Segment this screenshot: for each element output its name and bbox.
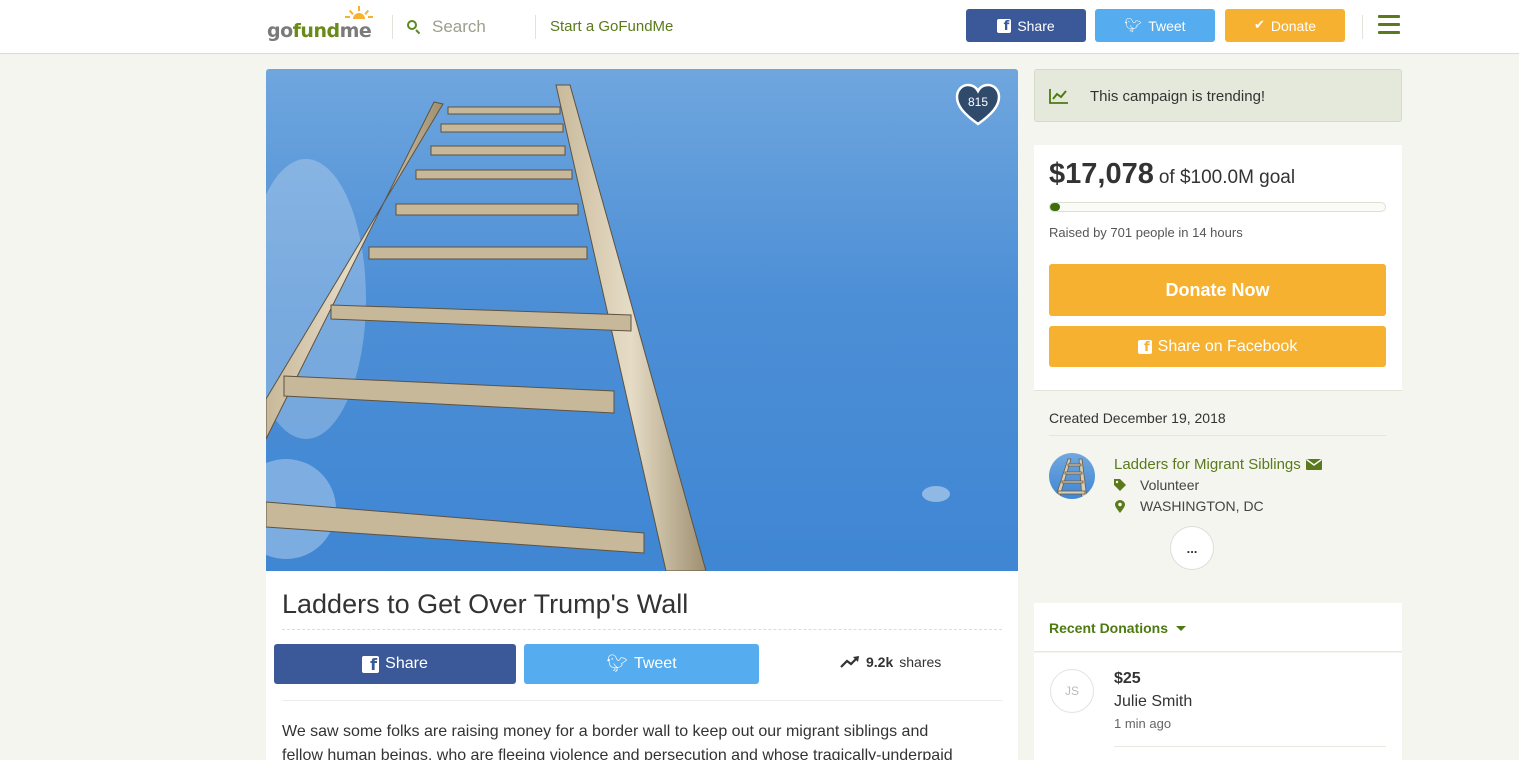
- divider: [1114, 746, 1386, 747]
- logo-wordmark: gofundme: [267, 20, 372, 42]
- donation-panel: $17,078 of $100.0M goal Raised by 701 pe…: [1034, 145, 1402, 391]
- organizer-location-label: WASHINGTON, DC: [1140, 498, 1264, 514]
- header-divider: [535, 15, 536, 39]
- tag-icon: [1114, 479, 1126, 491]
- trending-banner: This campaign is trending!: [1034, 69, 1402, 122]
- share-on-facebook-label: Share on Facebook: [1157, 337, 1298, 355]
- divider: [282, 700, 1002, 701]
- check-icon: ✔: [1253, 18, 1265, 33]
- shares-label: shares: [899, 654, 942, 670]
- caret-down-icon: [1176, 625, 1187, 631]
- start-gofundme-link[interactable]: Start a GoFundMe: [550, 18, 673, 35]
- trending-icon: [1049, 89, 1068, 104]
- organizer-avatar[interactable]: [1049, 453, 1095, 499]
- organizer-panel: Created December 19, 2018 Ladders for Mi…: [1034, 392, 1402, 580]
- organizer-category: Volunteer: [1114, 477, 1199, 493]
- progress-bar: [1049, 202, 1386, 212]
- top-nav: gofundme Start a GoFundMe f Share 🐦︎ Twe…: [0, 0, 1519, 54]
- header-divider: [392, 15, 393, 39]
- donation-amount: $25: [1114, 670, 1141, 687]
- progress-fill: [1050, 203, 1060, 211]
- header-share-button[interactable]: f Share: [966, 9, 1086, 42]
- menu-icon[interactable]: [1378, 15, 1400, 35]
- header-donate-button[interactable]: ✔ Donate: [1225, 9, 1345, 42]
- twitter-icon: 🐦︎: [1124, 17, 1143, 34]
- heart-icon[interactable]: 815: [954, 83, 1002, 127]
- recent-donations-dropdown[interactable]: Recent Donations: [1049, 620, 1187, 636]
- organizer-name-link[interactable]: Ladders for Migrant Siblings: [1114, 456, 1322, 473]
- donation-time: 1 min ago: [1114, 716, 1172, 731]
- divider: [282, 629, 1002, 630]
- divider: [1049, 435, 1386, 436]
- facebook-icon: f: [1137, 339, 1152, 354]
- envelope-icon[interactable]: [1305, 459, 1322, 470]
- facebook-icon: f: [997, 18, 1012, 33]
- tweet-button[interactable]: 🐦︎ Tweet: [524, 644, 759, 684]
- heart-count: 815: [967, 95, 989, 109]
- created-date: Created December 19, 2018: [1049, 410, 1226, 426]
- raised-amount: $17,078: [1049, 158, 1154, 190]
- campaign-image: [266, 69, 1018, 571]
- campaign-card: Ladders to Get Over Trump's Wall f Share…: [266, 571, 1018, 760]
- share-button[interactable]: f Share: [274, 644, 516, 684]
- donation-item: JS $25 Julie Smith 1 min ago: [1034, 653, 1402, 760]
- organizer-location: WASHINGTON, DC: [1114, 498, 1264, 514]
- organizer-name: Ladders for Migrant Siblings: [1114, 456, 1301, 473]
- donor-avatar: JS: [1050, 669, 1094, 713]
- gofundme-logo[interactable]: gofundme: [267, 6, 377, 44]
- raised-by-text: Raised by 701 people in 14 hours: [1049, 225, 1243, 240]
- header-tweet-label: Tweet: [1148, 17, 1186, 34]
- search-input[interactable]: [432, 17, 532, 37]
- raised-summary: $17,078 of $100.0M goal: [1049, 158, 1295, 191]
- header-tweet-button[interactable]: 🐦︎ Tweet: [1095, 9, 1215, 42]
- facebook-icon: f: [362, 655, 380, 673]
- twitter-icon: 🐦︎: [606, 654, 628, 674]
- organizer-category-label: Volunteer: [1140, 477, 1200, 493]
- logo-sun-icon: [345, 6, 373, 19]
- share-on-facebook-button[interactable]: f Share on Facebook: [1049, 326, 1386, 367]
- campaign-story: We saw some folks are raising money for …: [282, 723, 953, 760]
- share-label: Share: [385, 655, 428, 672]
- trending-text: This campaign is trending!: [1090, 88, 1266, 105]
- shares-count: 9.2k shares: [840, 654, 941, 670]
- recent-donations-header: Recent Donations: [1034, 603, 1402, 652]
- trending-up-icon: [840, 656, 859, 668]
- ladder-illustration: [266, 84, 950, 571]
- header-donate-label: Donate: [1270, 17, 1317, 34]
- search-box[interactable]: [407, 14, 532, 40]
- header-divider: [1362, 15, 1363, 39]
- search-icon: [407, 20, 421, 35]
- donate-now-button[interactable]: Donate Now: [1049, 264, 1386, 316]
- recent-donations-label: Recent Donations: [1049, 620, 1169, 636]
- more-button[interactable]: ...: [1170, 526, 1214, 570]
- map-pin-icon: [1115, 499, 1125, 513]
- tweet-label: Tweet: [633, 655, 677, 672]
- shares-number: 9.2k: [866, 654, 894, 670]
- goal-text: of $100.0M goal: [1158, 167, 1296, 188]
- campaign-title: Ladders to Get Over Trump's Wall: [282, 589, 689, 619]
- header-share-label: Share: [1017, 17, 1055, 34]
- donor-name: Julie Smith: [1114, 693, 1193, 710]
